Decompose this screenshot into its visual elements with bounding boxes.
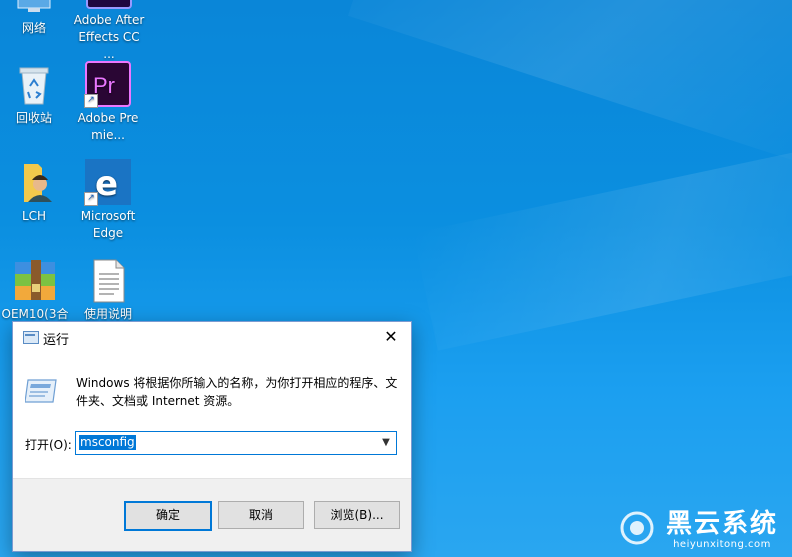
desktop-icon-label: Adobe After Effects CC ... [73,13,145,61]
after-effects-icon [85,0,133,10]
desktop-icon-label: 网络 [21,21,46,35]
run-icon [24,376,59,406]
desktop-icon-recycle-bin[interactable]: 回收站 [3,60,65,127]
shortcut-arrow-icon: ↗ [84,94,98,108]
dialog-titlebar[interactable]: 运行 ✕ [13,322,411,352]
run-app-icon [23,330,39,344]
desktop-icon-after-effects[interactable]: Adobe After Effects CC ... [73,0,145,63]
command-input-value[interactable]: msconfig [79,435,136,450]
watermark-title: 黑云系统 [665,509,778,539]
desktop-icon-label: 回收站 [15,111,52,125]
desktop-icon-label: Adobe Premie... [77,111,139,142]
user-folder-icon [10,158,58,206]
archive-icon [11,256,59,304]
desktop-icon-premiere[interactable]: Pr ↗ Adobe Premie... [77,60,139,144]
desktop-icon-oem10[interactable]: OEM10(3合 [0,256,70,323]
edge-icon: e ↗ [84,158,132,206]
desktop-icon-readme[interactable]: 使用说明 [77,256,139,323]
shortcut-arrow-icon: ↗ [84,192,98,206]
desktop-icon-user-folder[interactable]: LCH [3,158,65,225]
watermark: 黑云系统 heiyunxitong.com [620,509,778,551]
cancel-button[interactable]: 取消 [218,501,304,529]
dialog-title: 运行 [43,333,70,348]
recycle-bin-icon [10,60,58,108]
wallpaper-beam [412,129,792,351]
text-document-icon [84,256,132,304]
run-dialog: 运行 ✕ Windows 将根据你所输入的名称，为你打开相应的程序、文件夹、文档… [12,321,412,552]
desktop-icon-network[interactable]: 网络 [3,0,65,37]
desktop-icon-label: Microsoft Edge [80,209,136,240]
ok-button[interactable]: 确定 [124,501,212,531]
dialog-footer: 确定 取消 浏览(B)... [13,478,411,551]
chevron-down-icon[interactable]: ▼ [376,432,396,454]
desktop-icon-edge[interactable]: e ↗ Microsoft Edge [77,158,139,242]
open-label: 打开(O): [25,438,72,452]
watermark-url: heiyunxitong.com [673,539,771,550]
wallpaper-beam [348,0,792,177]
command-input[interactable]: msconfig ▼ [75,431,397,455]
network-icon [10,0,58,18]
svg-text:e: e [95,164,118,204]
desktop-icon-label: LCH [21,209,47,223]
dialog-body: Windows 将根据你所输入的名称，为你打开相应的程序、文件夹、文档或 Int… [13,352,411,479]
watermark-logo-icon [620,511,654,545]
close-button[interactable]: ✕ [371,322,411,352]
premiere-icon: Pr ↗ [84,60,132,108]
dialog-description: Windows 将根据你所输入的名称，为你打开相应的程序、文件夹、文档或 Int… [76,376,398,408]
browse-button[interactable]: 浏览(B)... [314,501,400,529]
